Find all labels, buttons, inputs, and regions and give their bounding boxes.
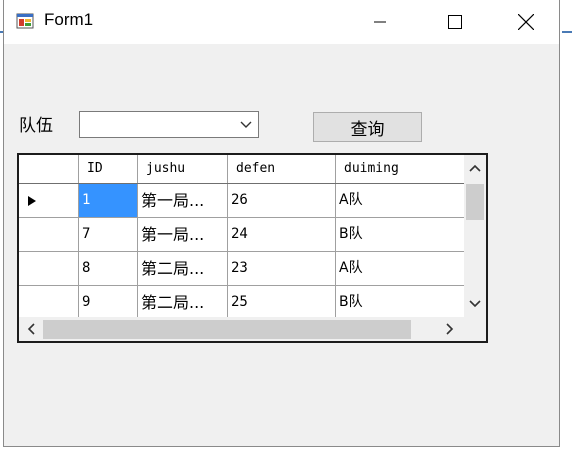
close-button[interactable]: [503, 0, 549, 44]
chevron-down-icon: [240, 121, 252, 128]
team-combobox[interactable]: [79, 111, 259, 138]
app-icon: [16, 13, 34, 29]
cell-defen[interactable]: 23: [228, 252, 336, 285]
cell-duiming[interactable]: A队: [336, 184, 464, 217]
grid-header-row: ID jushu defen duiming: [19, 155, 464, 184]
horizontal-scroll-thumb[interactable]: [43, 320, 411, 339]
vertical-scrollbar[interactable]: [464, 155, 486, 317]
scroll-left-icon[interactable]: [27, 323, 35, 335]
maximize-icon: [448, 15, 462, 29]
data-grid[interactable]: ID jushu defen duiming 1 第一局... 26 A队 7 …: [17, 153, 488, 343]
minimize-button[interactable]: [357, 0, 403, 44]
row-pointer-icon: [28, 196, 36, 206]
cell-id[interactable]: 8: [79, 252, 138, 285]
cell-duiming[interactable]: B队: [336, 286, 464, 319]
query-button[interactable]: 查询: [313, 112, 422, 142]
col-header-id[interactable]: ID: [79, 155, 138, 183]
cell-jushu[interactable]: 第一局...: [138, 184, 228, 217]
scroll-down-icon[interactable]: [469, 300, 481, 308]
row-header-corner: [19, 155, 79, 183]
minimize-icon: [374, 21, 386, 23]
cell-defen[interactable]: 25: [228, 286, 336, 319]
desktop-accent-line-right: [562, 31, 572, 33]
horizontal-scrollbar[interactable]: [19, 317, 464, 341]
window-title: Form1: [44, 10, 94, 29]
scrollbar-corner: [464, 317, 486, 341]
row-header[interactable]: [19, 184, 79, 217]
col-header-duiming[interactable]: duiming: [336, 155, 464, 183]
table-row[interactable]: 1 第一局... 26 A队: [19, 184, 464, 218]
row-header[interactable]: [19, 286, 79, 319]
scroll-right-icon[interactable]: [446, 323, 454, 335]
form-window: Form1 队伍 查询 ID jushu defen duiming 1 第一局…: [3, 0, 560, 447]
close-icon: [518, 14, 534, 30]
cell-jushu[interactable]: 第二局...: [138, 286, 228, 319]
scroll-up-icon[interactable]: [469, 164, 481, 172]
vertical-scroll-thumb[interactable]: [466, 184, 484, 220]
title-bar[interactable]: Form1: [4, 0, 559, 44]
cell-defen[interactable]: 24: [228, 218, 336, 251]
row-header[interactable]: [19, 252, 79, 285]
cell-jushu[interactable]: 第一局...: [138, 218, 228, 251]
team-label: 队伍: [19, 116, 53, 136]
table-row[interactable]: 9 第二局... 25 B队: [19, 286, 464, 320]
cell-duiming[interactable]: A队: [336, 252, 464, 285]
cell-id[interactable]: 7: [79, 218, 138, 251]
cell-jushu[interactable]: 第二局...: [138, 252, 228, 285]
table-row[interactable]: 8 第二局... 23 A队: [19, 252, 464, 286]
col-header-defen[interactable]: defen: [228, 155, 336, 183]
cell-duiming[interactable]: B队: [336, 218, 464, 251]
cell-defen[interactable]: 26: [228, 184, 336, 217]
col-header-jushu[interactable]: jushu: [138, 155, 228, 183]
cell-id[interactable]: 1: [79, 184, 138, 217]
maximize-button[interactable]: [432, 0, 478, 44]
table-row[interactable]: 7 第一局... 24 B队: [19, 218, 464, 252]
row-header[interactable]: [19, 218, 79, 251]
cell-id[interactable]: 9: [79, 286, 138, 319]
